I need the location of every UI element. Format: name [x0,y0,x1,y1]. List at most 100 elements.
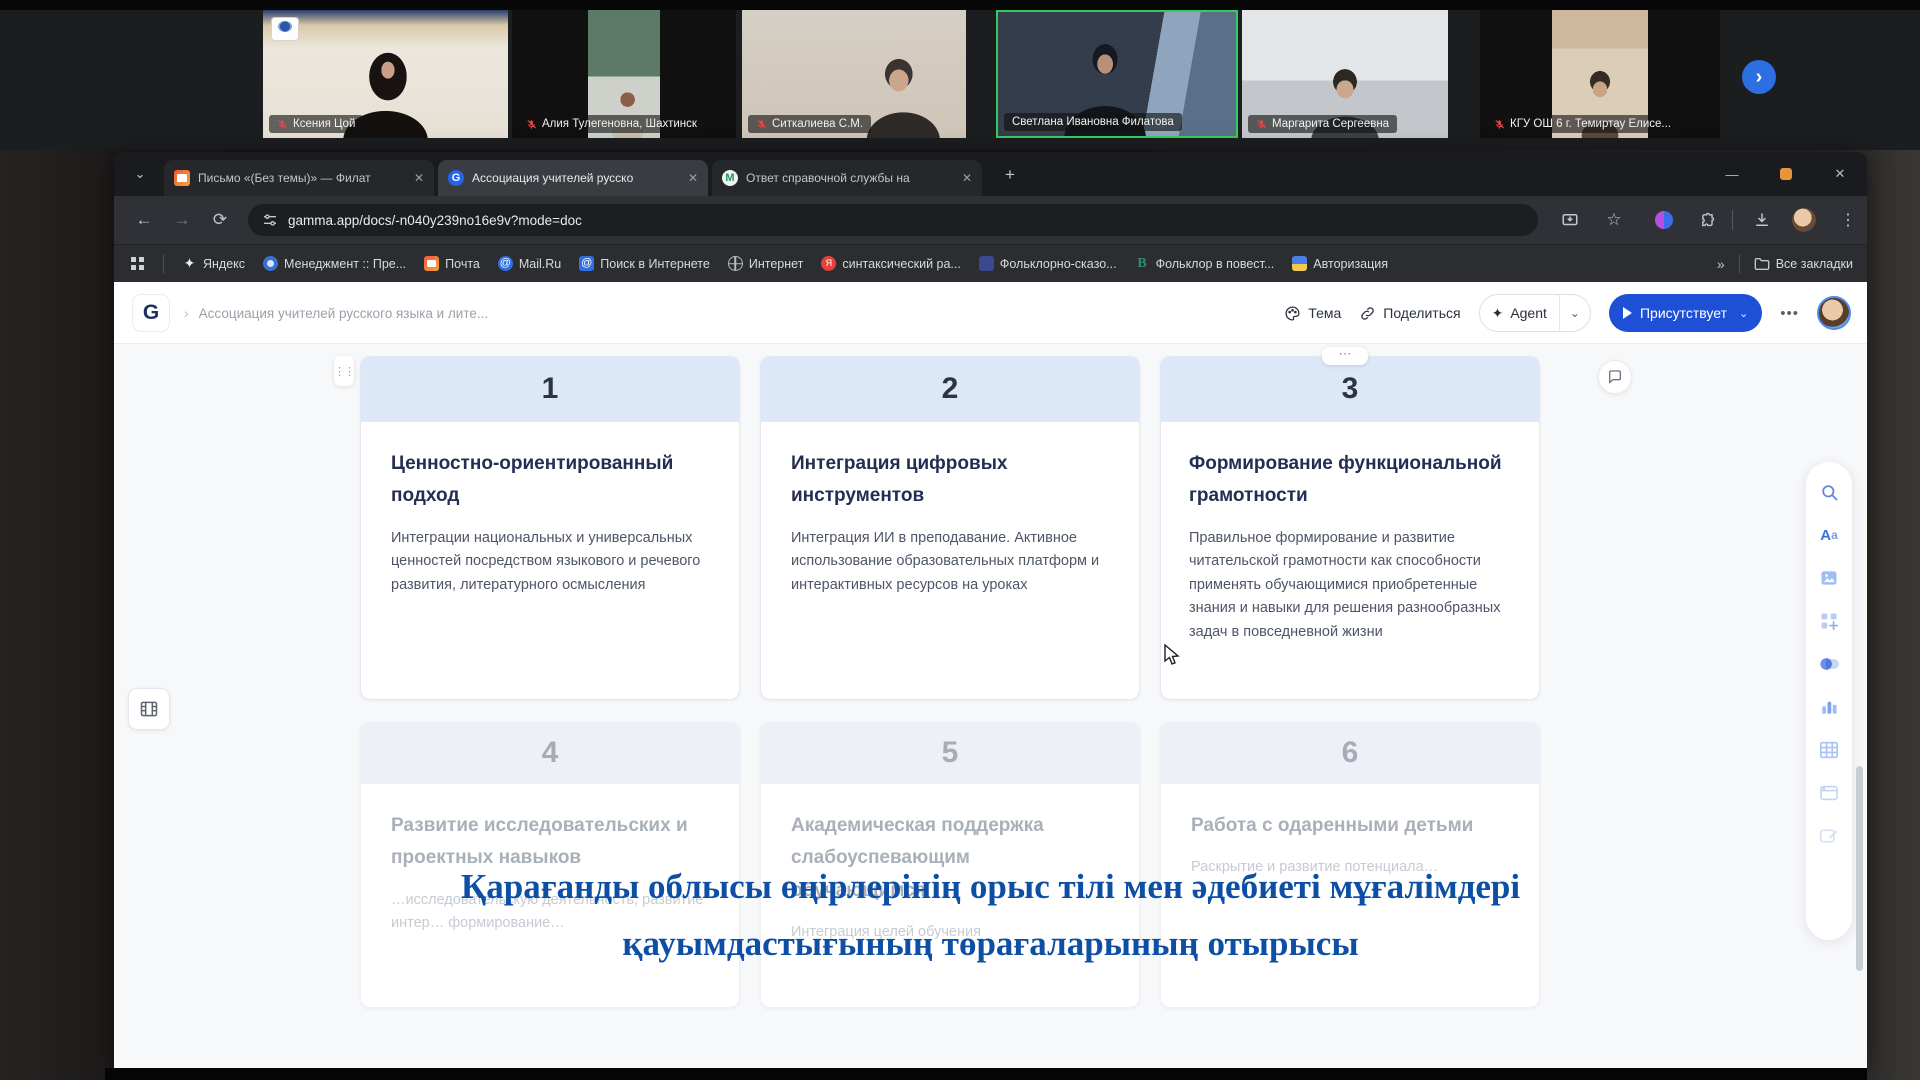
participant-tile[interactable]: Ксения Цой [263,10,508,138]
participant-tile[interactable]: Ситкалиева С.М. [742,10,966,138]
next-participants-button[interactable]: › [1742,60,1776,94]
tab-title: Ответ справочной службы на [746,171,954,185]
bookmark-yandex[interactable]: Яндекс [182,256,245,271]
bookmark-authorization[interactable]: Авторизация [1292,256,1388,271]
url-text: gamma.app/docs/-n040y239no16e9v?mode=doc [288,213,582,228]
participant-name: Алия Тулегеновна, Шахтинск [542,118,697,130]
present-button[interactable]: Присутствует ⌄ [1609,294,1762,332]
minimize-button[interactable]: — [1712,163,1752,185]
participant-name-tag: Ксения Цой [269,115,363,133]
card-2[interactable]: 2 Интеграция цифровых инструментов Интег… [760,356,1140,700]
add-blocks-icon[interactable] [1819,611,1839,631]
avatar [1792,208,1816,232]
gamma-user-avatar[interactable] [1817,296,1851,330]
browser-menu-button[interactable]: ⋮ [1836,208,1860,232]
tab-gamma-active[interactable]: Ассоциация учителей русско ✕ [438,160,708,196]
toggle-icon[interactable] [1819,654,1839,674]
card-options-button[interactable] [1322,347,1368,365]
url-bar[interactable]: gamma.app/docs/-n040y239no16e9v?mode=doc [248,204,1538,236]
bookmark-label: синтаксический ра... [842,257,960,271]
mic-off-icon [1256,119,1267,130]
bookmark-label: Фольклор в повест... [1156,257,1275,271]
close-icon[interactable]: ✕ [688,171,698,185]
participant-tile[interactable]: КГУ ОШ 6 г. Темиртау Елисе... [1480,10,1720,138]
bookmark-label: Почта [445,257,480,271]
forward-button[interactable]: → [170,208,194,232]
breadcrumb[interactable]: Ассоциация учителей русского языка и лит… [199,306,488,321]
bookmark-internet[interactable]: Интернет [728,256,804,271]
all-bookmarks-label: Все закладки [1776,257,1853,271]
tab-title: Ассоциация учителей русско [472,171,680,185]
card-number-header: 6 [1161,723,1539,784]
bookmark-label: Менеджмент :: Пре... [284,257,406,271]
comment-button[interactable] [1598,360,1632,394]
mic-off-icon [277,119,288,130]
close-icon[interactable]: ✕ [962,171,972,185]
downloads-button[interactable] [1750,208,1774,232]
card-body: Интеграция ИИ в преподавание. Активное и… [791,527,1109,597]
chevron-down-icon[interactable]: ⌄ [1560,306,1590,320]
maximize-button[interactable] [1766,163,1806,185]
table-icon[interactable] [1819,740,1839,760]
forward-icon: → [174,210,191,230]
bookmarks-divider [163,254,164,274]
agent-label: Agent [1510,305,1547,321]
card-title: Интеграция цифровых инструментов [791,448,1109,513]
chart-icon[interactable] [1819,697,1839,717]
card-number: 5 [942,736,959,770]
at-circle-icon [498,256,513,271]
back-button[interactable]: ← [132,208,156,232]
participant-tile[interactable]: Алия Тулегеновна, Шахтинск [512,10,736,138]
mic-off-icon [1494,119,1505,130]
apps-grid-icon [130,256,145,271]
maximize-icon [1780,168,1792,180]
participant-name: Светлана Ивановна Филатова [1012,116,1174,128]
card-title: Работа с одаренными детьми [1191,810,1509,842]
card-3[interactable]: 3 Формирование функциональной грамотност… [1160,356,1540,700]
letter-m-icon [722,170,738,186]
yandex-star-icon [182,256,197,271]
bookmark-folklore-story[interactable]: Фольклор в повест... [1135,256,1275,271]
agent-split-button[interactable]: ✦ Agent ⌄ [1479,294,1591,332]
bookmark-mailru[interactable]: Mail.Ru [498,256,561,271]
close-window-button[interactable]: ✕ [1820,163,1860,185]
close-icon[interactable]: ✕ [414,171,424,185]
edit-icon[interactable] [1819,826,1839,846]
reload-button[interactable]: ⟳ [208,208,232,232]
all-bookmarks-button[interactable]: Все закладки [1754,257,1853,271]
media-panel-button[interactable] [128,688,170,730]
bookmark-folklore-tale[interactable]: Фольклорно-сказо... [979,256,1117,271]
browser-profile-avatar[interactable] [1792,208,1816,232]
participant-tile-active-speaker[interactable]: Светлана Ивановна Филатова [996,10,1238,138]
taskbar-strip [105,1068,1867,1080]
tab-support-answer[interactable]: Ответ справочной службы на ✕ [712,160,982,196]
extensions-button[interactable] [1696,208,1720,232]
card-1[interactable]: 1 Ценностно-ориентированный подход Интег… [360,356,740,700]
overlay-title-line1: Қарағанды облысы өңірлерінің орыс тілі м… [114,858,1867,915]
gamma-logo[interactable]: G [132,294,170,332]
tab-mail-letter[interactable]: Письмо «(Без темы)» — Филат ✕ [164,160,434,196]
participant-tile[interactable]: Маргарита Сергеевна [1242,10,1448,138]
card-number: 3 [1342,372,1359,406]
image-icon[interactable] [1819,568,1839,588]
bookmark-mail[interactable]: Почта [424,256,480,271]
search-icon[interactable] [1819,482,1839,502]
more-options-button[interactable]: ••• [1780,305,1799,322]
bookmarks-overflow-button[interactable]: » [1717,256,1725,272]
tab-search-caret-button[interactable]: ⌄ [128,162,152,186]
block-drag-handle[interactable] [334,356,354,386]
new-tab-button[interactable]: + [998,163,1022,187]
text-style-icon[interactable]: Aa [1819,525,1839,545]
participant-name: Ксения Цой [293,118,355,130]
extension-brain-button[interactable] [1652,208,1676,232]
embed-icon[interactable] [1819,783,1839,803]
bookmark-web-search[interactable]: Поиск в Интернете [579,256,710,271]
share-button[interactable]: Поделиться [1359,305,1460,322]
bookmark-management[interactable]: Менеджмент :: Пре... [263,256,406,271]
bookmark-star-button[interactable]: ☆ [1602,208,1626,232]
apps-grid-button[interactable] [130,256,145,271]
participant-name: Ситкалиева С.М. [772,118,863,130]
theme-button[interactable]: Тема [1284,305,1341,322]
bookmark-syntax[interactable]: синтаксический ра... [821,256,960,271]
save-page-button[interactable] [1558,208,1582,232]
